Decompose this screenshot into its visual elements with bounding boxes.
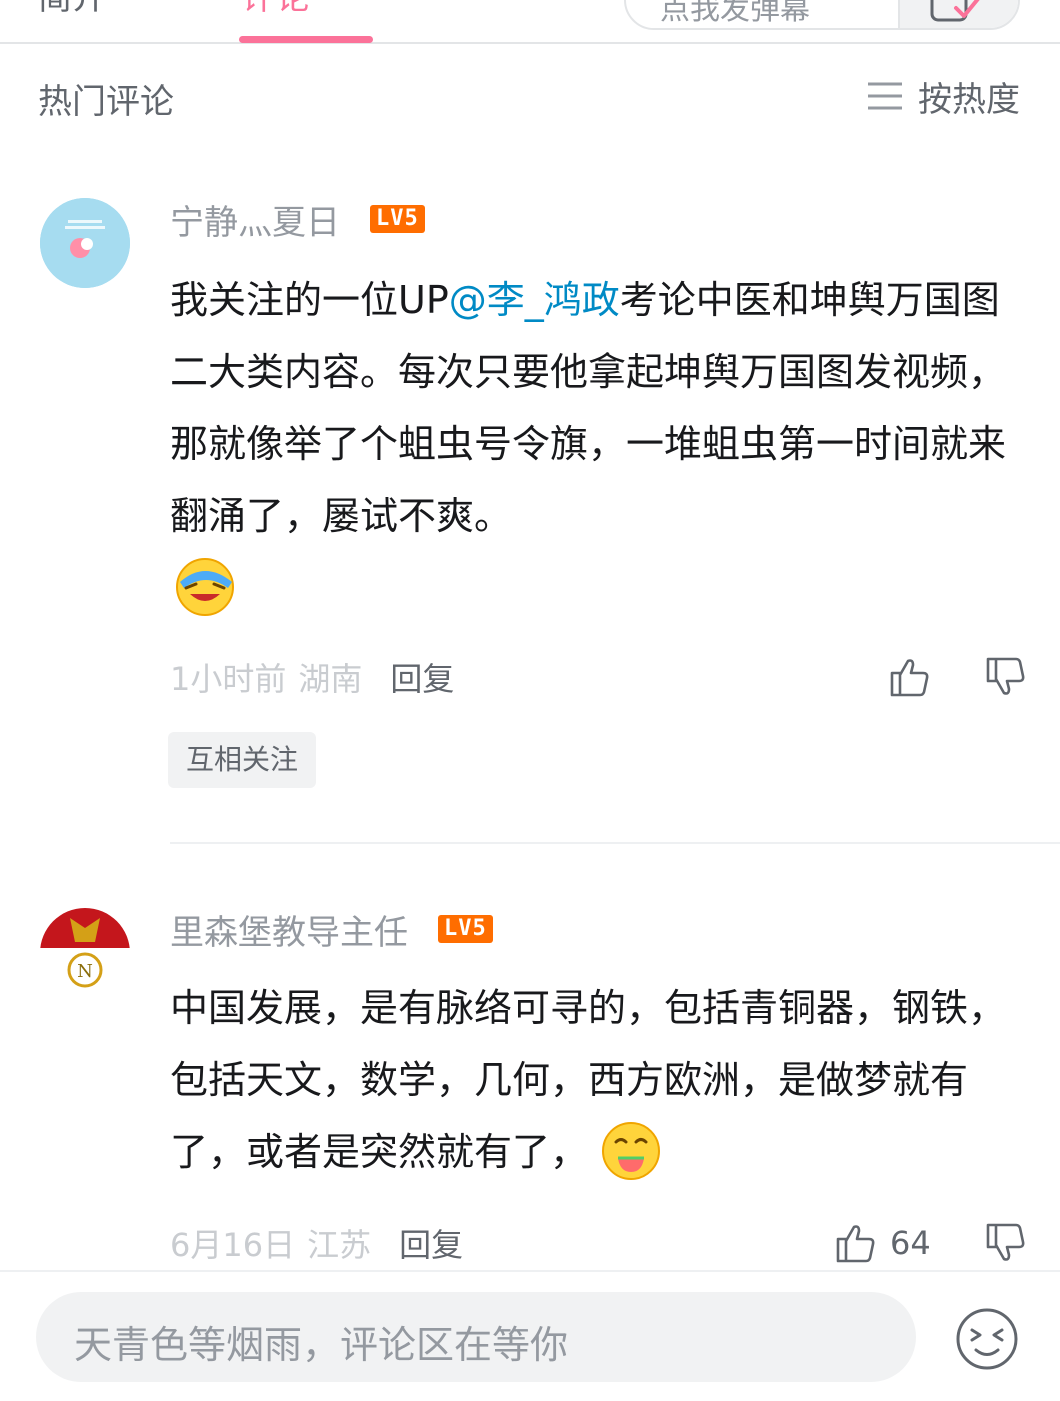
comment-content: 中国发展，是有脉络可寻的，包括青铜器，钢铁，包括天文，数学，几何，西方欧洲，是做… — [170, 972, 1028, 1188]
thumb-up-icon — [836, 1225, 875, 1263]
username[interactable]: 里森堡教导主任 — [170, 905, 408, 954]
active-tab-indicator — [239, 36, 373, 43]
comment-meta: 6月16日 江苏 回复 — [170, 1220, 463, 1266]
thumb-down-icon — [986, 1223, 1025, 1261]
avatar-image: N — [40, 908, 130, 998]
danmaku-settings-icon — [930, 0, 980, 22]
comment-time: 1小时前 — [170, 660, 287, 698]
hot-comments-title: 热门评论 — [38, 82, 174, 122]
sort-by-hot-button[interactable]: 按热度 — [866, 74, 1020, 120]
comment-divider — [170, 842, 1060, 844]
comment-text: 中国发展，是有脉络可寻的，包括青铜器，钢铁，包括天文，数学，几何，西方欧洲，是做… — [170, 986, 1007, 1174]
thumb-up-icon — [890, 659, 929, 697]
svg-text:N: N — [77, 961, 93, 982]
comment-location: 江苏 — [307, 1226, 372, 1264]
dislike-button[interactable] — [984, 1220, 1028, 1266]
comment-input-placeholder: 天青色等烟雨，评论区在等你 — [74, 1323, 569, 1367]
sort-label: 按热度 — [918, 79, 1020, 120]
mention-link[interactable]: @李_鸿政 — [449, 278, 620, 322]
like-count: 64 — [890, 1224, 931, 1262]
avatar[interactable]: N — [40, 908, 130, 998]
comment-page: 简介 评论 点我发弹幕 热门评论 按热度 — [0, 0, 1060, 1401]
comment-location: 湖南 — [298, 660, 363, 698]
level-badge: LV5 — [370, 205, 425, 233]
mutual-follow-tag: 互相关注 — [168, 732, 317, 788]
tab-bar: 简介 评论 点我发弹幕 — [0, 0, 1060, 44]
eating-watermelon-emoji — [602, 1121, 661, 1180]
tab-intro[interactable]: 简介 — [38, 0, 106, 18]
comment-input[interactable]: 天青色等烟雨，评论区在等你 — [36, 1292, 916, 1382]
reply-button[interactable]: 回复 — [399, 1220, 463, 1266]
danmaku-placeholder: 点我发弹幕 — [660, 0, 810, 27]
thumb-down-icon — [986, 657, 1025, 695]
sort-lines-icon — [868, 82, 902, 110]
level-badge: LV5 — [438, 915, 493, 943]
username[interactable]: 宁静灬夏日 — [170, 195, 340, 244]
comment-content: 我关注的一位UP@李_鸿政考论中医和坤舆万国图二大类内容。每次只要他拿起坤舆万国… — [170, 264, 1028, 624]
emoji-face-icon[interactable] — [954, 1306, 1020, 1372]
face-palm-laugh-emoji — [176, 557, 234, 616]
like-button[interactable]: 64 — [834, 1220, 931, 1266]
comment-input-bar: 天青色等烟雨，评论区在等你 — [0, 1270, 1060, 1401]
comment-meta: 1小时前 湖南 回复 — [170, 654, 454, 700]
dislike-button[interactable] — [984, 654, 1028, 700]
username-row: 里森堡教导主任 LV5 — [170, 905, 493, 954]
comment-time: 6月16日 — [170, 1226, 296, 1264]
reply-button[interactable]: 回复 — [390, 654, 454, 700]
avatar-image — [40, 198, 130, 288]
username-row: 宁静灬夏日 LV5 — [170, 195, 425, 244]
danmaku-settings-button[interactable] — [898, 0, 1018, 28]
tab-comments[interactable]: 评论 — [242, 0, 310, 18]
avatar[interactable] — [40, 198, 130, 288]
comment-text: 我关注的一位UP — [170, 278, 449, 322]
like-button[interactable] — [888, 654, 932, 700]
danmaku-input[interactable]: 点我发弹幕 — [624, 0, 1020, 30]
